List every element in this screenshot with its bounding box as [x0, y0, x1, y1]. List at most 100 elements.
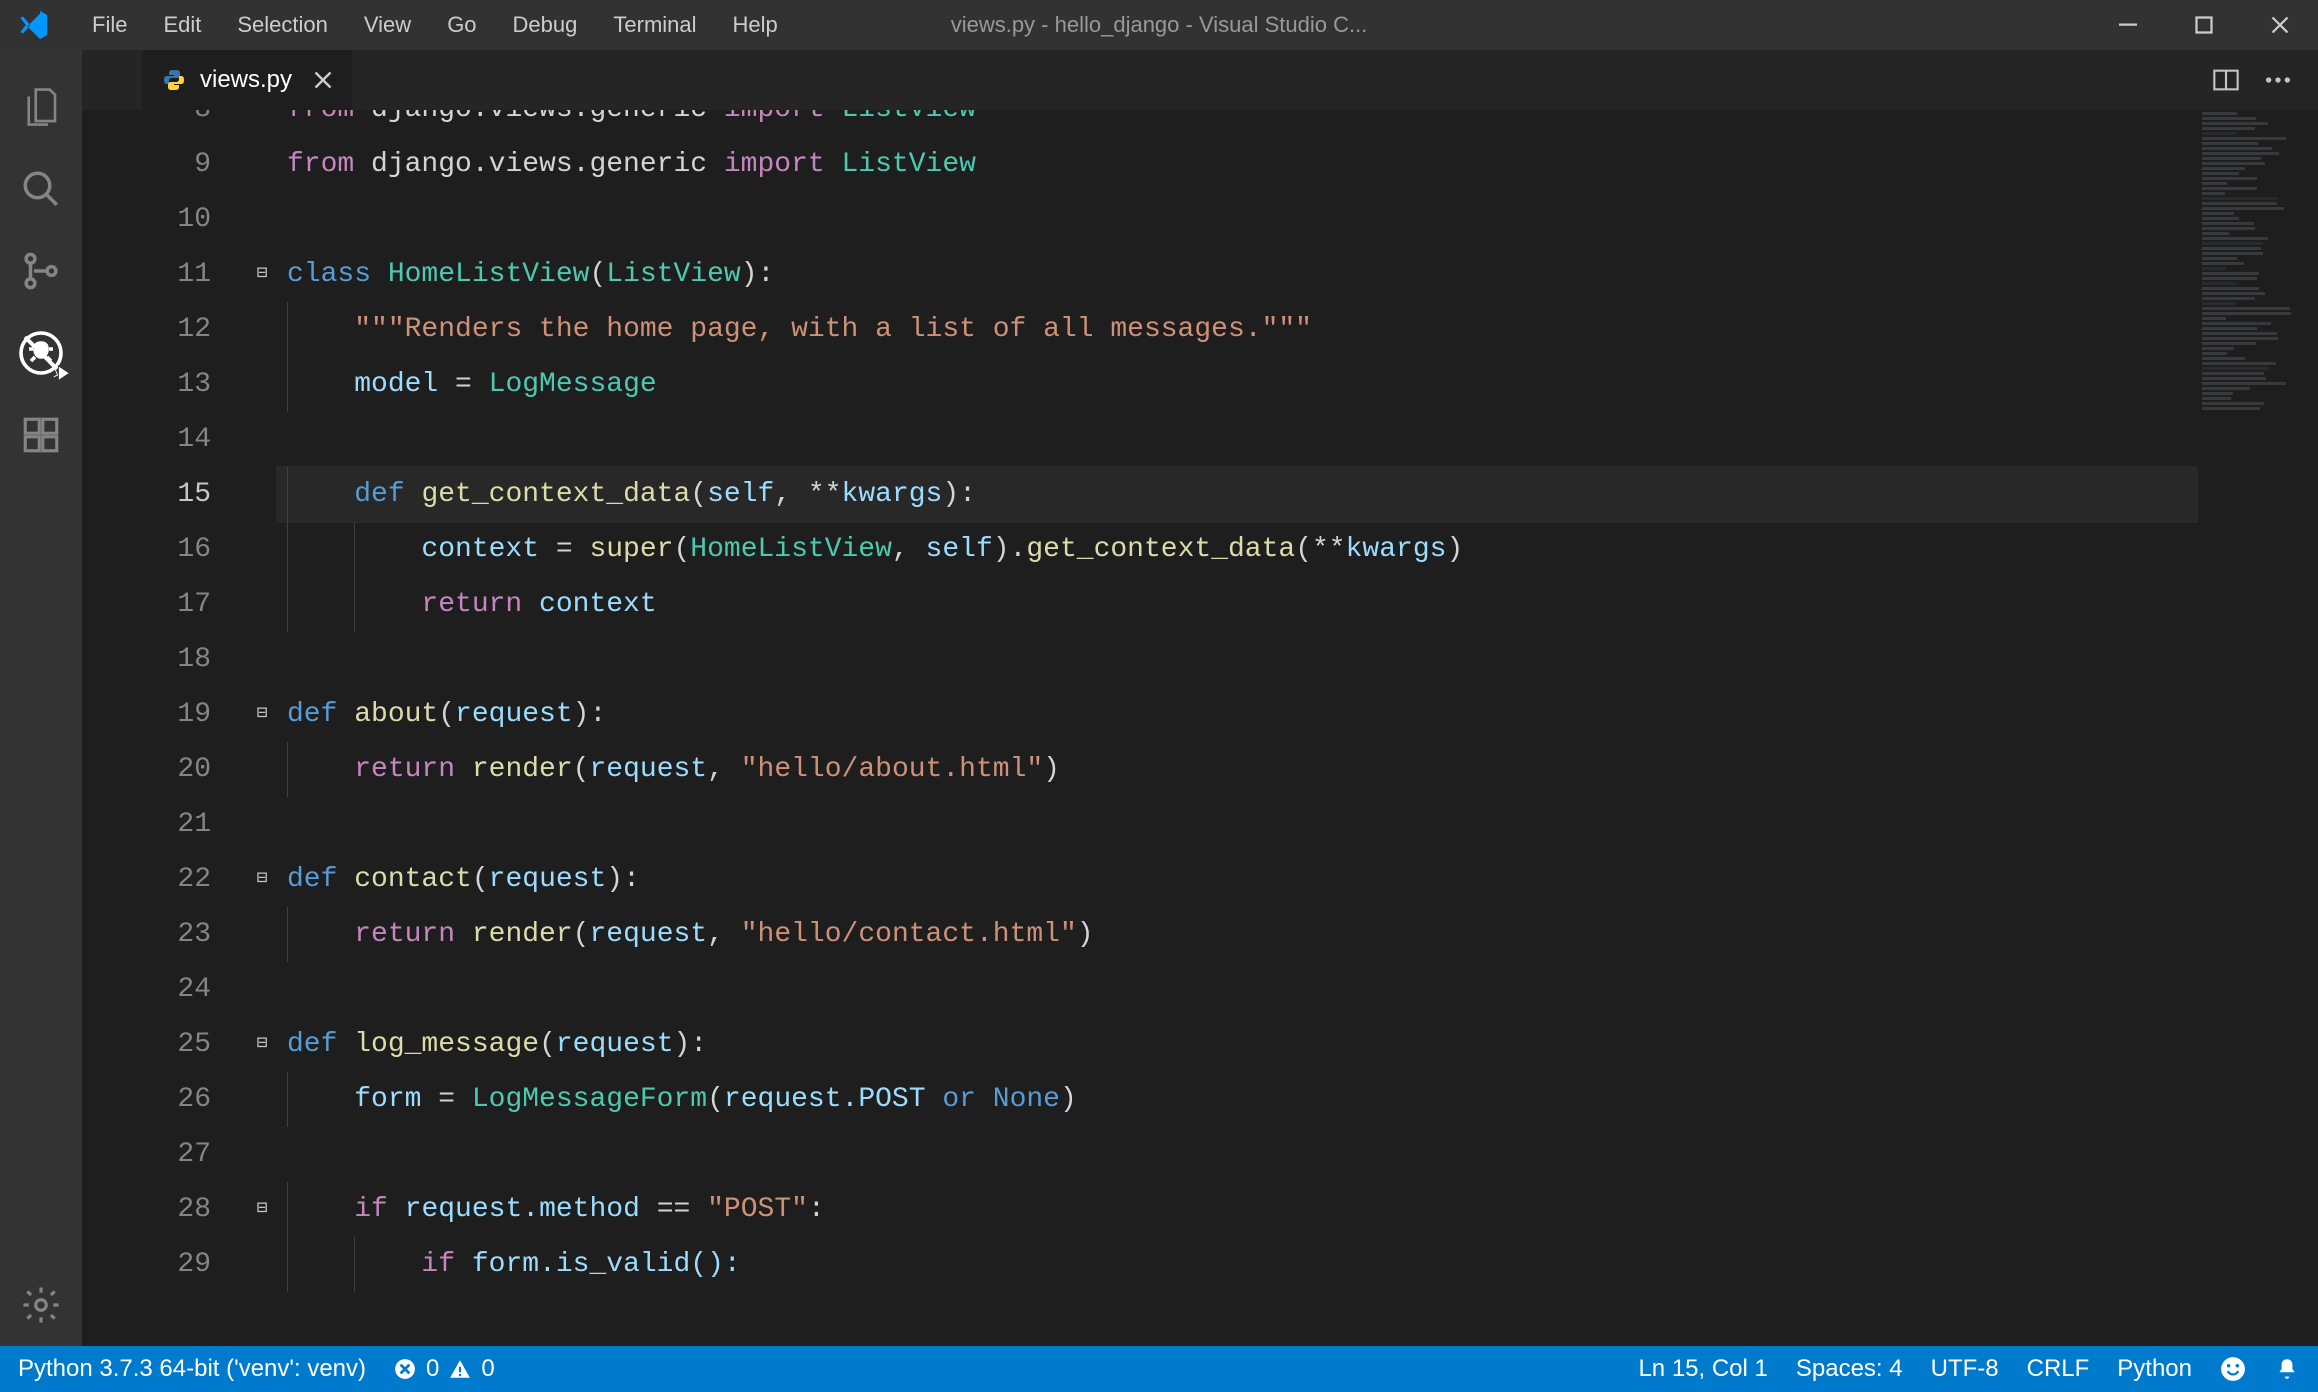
status-errors-count: 0 [426, 1355, 439, 1383]
code-line[interactable]: from django.views.generic import ListVie… [277, 110, 2318, 137]
settings-button[interactable] [0, 1264, 82, 1346]
title-bar: File Edit Selection View Go Debug Termin… [0, 0, 2318, 50]
menu-view[interactable]: View [346, 4, 429, 46]
status-interpreter[interactable]: Python 3.7.3 64-bit ('venv': venv) [18, 1355, 366, 1383]
extensions-button[interactable] [0, 394, 82, 476]
fold-marker[interactable]: ⊟ [247, 687, 277, 742]
code-line[interactable] [277, 412, 2318, 467]
tab-filename: views.py [200, 66, 292, 94]
status-language[interactable]: Python [2117, 1355, 2192, 1383]
fold-marker [247, 302, 277, 357]
line-number[interactable]: 19 [82, 687, 211, 742]
minimize-button[interactable] [2090, 0, 2166, 50]
code-line[interactable]: return render(request, "hello/about.html… [277, 742, 2318, 797]
code-line[interactable]: if form.is_valid(): [277, 1237, 2318, 1292]
line-number[interactable]: 21 [82, 797, 211, 852]
activity-bar [0, 50, 82, 1346]
line-number[interactable]: 20 [82, 742, 211, 797]
status-feedback-button[interactable] [2220, 1356, 2246, 1382]
fold-marker[interactable]: ⊟ [247, 247, 277, 302]
code-line[interactable]: from django.views.generic import ListVie… [277, 137, 2318, 192]
code-line[interactable]: return context [277, 577, 2318, 632]
code-line[interactable]: if request.method == "POST": [277, 1182, 2318, 1237]
line-number[interactable]: 28 [82, 1182, 211, 1237]
more-actions-button[interactable] [2256, 58, 2300, 102]
fold-marker [247, 577, 277, 632]
code-line[interactable]: def log_message(request): [277, 1017, 2318, 1072]
code-line[interactable] [277, 1127, 2318, 1182]
line-number[interactable]: 12 [82, 302, 211, 357]
line-number[interactable]: 14 [82, 412, 211, 467]
code-line[interactable] [277, 962, 2318, 1017]
line-number[interactable]: 8 [82, 110, 211, 137]
line-number[interactable]: 29 [82, 1237, 211, 1292]
line-number[interactable]: 11 [82, 247, 211, 302]
menu-debug[interactable]: Debug [495, 4, 596, 46]
line-number[interactable]: 18 [82, 632, 211, 687]
line-number-gutter[interactable]: 8910111213141516171819202122232425262728… [82, 110, 247, 1346]
code-line[interactable] [277, 632, 2318, 687]
line-number[interactable]: 23 [82, 907, 211, 962]
source-control-button[interactable] [0, 230, 82, 312]
line-number[interactable]: 15 [82, 467, 211, 522]
line-number[interactable]: 24 [82, 962, 211, 1017]
fold-marker [247, 1127, 277, 1182]
code-line[interactable] [277, 192, 2318, 247]
menu-selection[interactable]: Selection [219, 4, 346, 46]
minimap[interactable] [2198, 110, 2318, 1346]
menu-help[interactable]: Help [715, 4, 796, 46]
menu-terminal[interactable]: Terminal [595, 4, 714, 46]
line-number[interactable]: 27 [82, 1127, 211, 1182]
code-line[interactable] [277, 797, 2318, 852]
fold-marker [247, 357, 277, 412]
fold-marker [247, 742, 277, 797]
status-bar: Python 3.7.3 64-bit ('venv': venv) 0 0 L… [0, 1346, 2318, 1392]
close-tab-icon[interactable] [314, 71, 332, 89]
status-cursor-position[interactable]: Ln 15, Col 1 [1638, 1355, 1767, 1383]
split-editor-button[interactable] [2204, 58, 2248, 102]
fold-marker [247, 110, 277, 137]
code-line[interactable]: return render(request, "hello/contact.ht… [277, 907, 2318, 962]
code-line[interactable]: class HomeListView(ListView): [277, 247, 2318, 302]
line-number[interactable]: 25 [82, 1017, 211, 1072]
status-indentation[interactable]: Spaces: 4 [1796, 1355, 1903, 1383]
fold-column[interactable]: ⊟ ⊟ ⊟ ⊟ ⊟ [247, 110, 277, 1346]
window-controls [2090, 0, 2318, 50]
tab-views-py[interactable]: views.py [142, 50, 353, 110]
maximize-button[interactable] [2166, 0, 2242, 50]
line-number[interactable]: 10 [82, 192, 211, 247]
status-eol[interactable]: CRLF [2027, 1355, 2090, 1383]
explorer-button[interactable] [0, 66, 82, 148]
search-button[interactable] [0, 148, 82, 230]
menu-go[interactable]: Go [429, 4, 494, 46]
status-encoding[interactable]: UTF-8 [1931, 1355, 1999, 1383]
fold-marker[interactable]: ⊟ [247, 852, 277, 907]
code-line[interactable]: model = LogMessage [277, 357, 2318, 412]
debug-button[interactable] [0, 312, 82, 394]
status-problems[interactable]: 0 0 [394, 1355, 495, 1383]
code-line[interactable]: context = super(HomeListView, self).get_… [277, 522, 2318, 577]
fold-marker [247, 632, 277, 687]
code-viewport[interactable]: 8910111213141516171819202122232425262728… [82, 110, 2318, 1346]
line-number[interactable]: 16 [82, 522, 211, 577]
line-number[interactable]: 9 [82, 137, 211, 192]
line-number[interactable]: 26 [82, 1072, 211, 1127]
fold-marker[interactable]: ⊟ [247, 1182, 277, 1237]
code-line[interactable]: """Renders the home page, with a list of… [277, 302, 2318, 357]
line-number[interactable]: 13 [82, 357, 211, 412]
menu-edit[interactable]: Edit [145, 4, 219, 46]
code-content[interactable]: from django.views.generic import ListVie… [277, 110, 2318, 1346]
line-number[interactable]: 22 [82, 852, 211, 907]
code-line[interactable]: def get_context_data(self, **kwargs): [277, 467, 2318, 522]
fold-marker [247, 907, 277, 962]
code-line[interactable]: def contact(request): [277, 852, 2318, 907]
line-number[interactable]: 17 [82, 577, 211, 632]
fold-marker[interactable]: ⊟ [247, 1017, 277, 1072]
menu-file[interactable]: File [74, 4, 145, 46]
code-line[interactable]: def about(request): [277, 687, 2318, 742]
code-line[interactable]: form = LogMessageForm(request.POST or No… [277, 1072, 2318, 1127]
fold-marker [247, 522, 277, 577]
close-button[interactable] [2242, 0, 2318, 50]
status-notifications-button[interactable] [2274, 1356, 2300, 1382]
fold-marker [247, 412, 277, 467]
